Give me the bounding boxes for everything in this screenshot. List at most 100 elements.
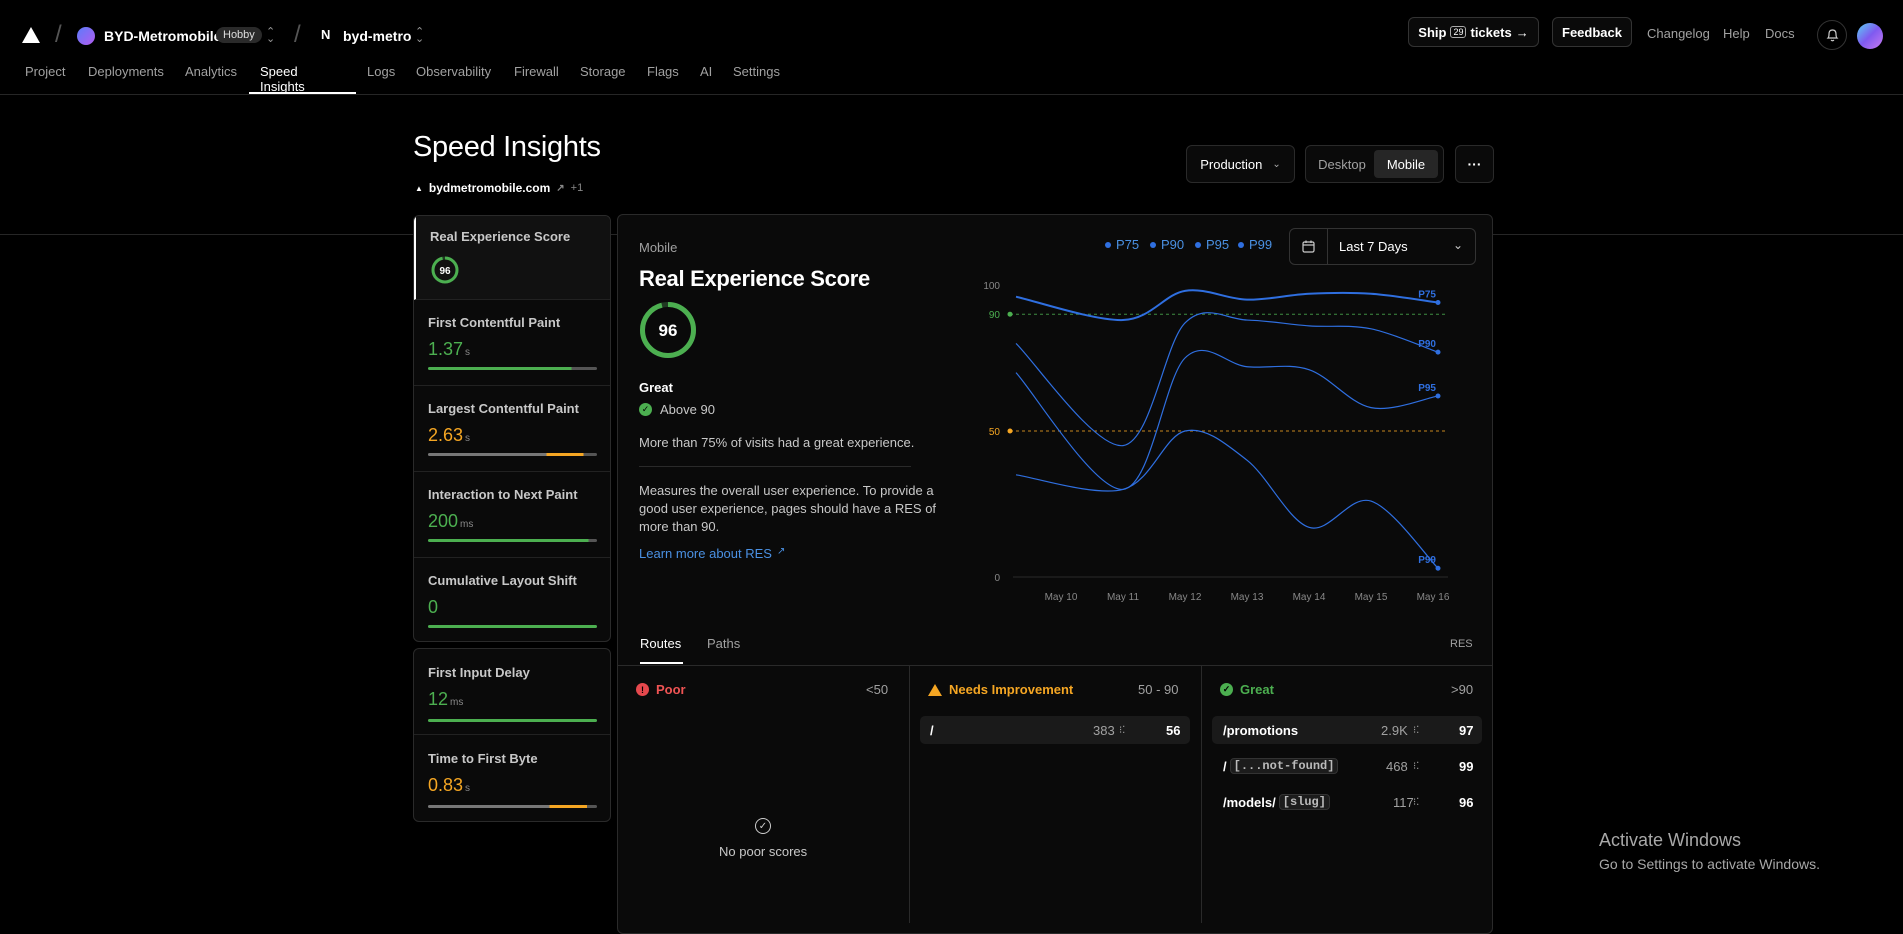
panel-title: Real Experience Score bbox=[639, 266, 870, 291]
learn-more-text: Learn more about RES bbox=[639, 546, 772, 561]
tab-paths[interactable]: Paths bbox=[707, 636, 740, 651]
active-tab-indicator bbox=[249, 92, 356, 94]
rating-detail-text: Above 90 bbox=[660, 402, 715, 417]
tab-logs[interactable]: Logs bbox=[367, 64, 395, 79]
tab-speed-insights[interactable]: Speed Insights bbox=[260, 64, 305, 94]
vercel-logo-icon[interactable] bbox=[22, 27, 40, 43]
changelog-link[interactable]: Changelog bbox=[1647, 26, 1710, 41]
ship-count: 29 bbox=[1450, 26, 1467, 38]
tab-ai[interactable]: AI bbox=[700, 64, 712, 79]
calendar-icon bbox=[1290, 229, 1328, 264]
learn-more-link[interactable]: Learn more about RES ↗ bbox=[639, 546, 785, 561]
route-row[interactable]: /promotions 2.9K ⁝⁚ 97 bbox=[1212, 716, 1482, 744]
tab-flags[interactable]: Flags bbox=[647, 64, 679, 79]
tab-routes[interactable]: Routes bbox=[640, 636, 681, 651]
chevron-down-icon: ⌄ bbox=[1272, 158, 1281, 170]
arrow-right-icon: → bbox=[1515, 24, 1529, 40]
ship-label: Ship bbox=[1418, 24, 1447, 40]
route-row[interactable]: / 383 ⁝⁚ 56 bbox=[920, 716, 1190, 744]
team-switcher-icon[interactable]: ⌃ ⌄ bbox=[266, 27, 275, 45]
res-column-label: RES bbox=[1450, 638, 1473, 650]
metric-number: 12 bbox=[428, 689, 449, 709]
series-end-point bbox=[1435, 565, 1441, 571]
series-end-point bbox=[1435, 393, 1441, 399]
device-toggle: Desktop Mobile bbox=[1305, 145, 1444, 183]
date-range-select[interactable]: Last 7 Days ⌄ bbox=[1289, 228, 1476, 265]
legend-p99[interactable]: P99 bbox=[1238, 237, 1272, 252]
pointer-icon: ⁝⁚ bbox=[1119, 724, 1126, 736]
tab-storage[interactable]: Storage bbox=[580, 64, 626, 79]
y-tick-label: 50 bbox=[989, 427, 1001, 438]
tab-analytics[interactable]: Analytics bbox=[185, 64, 237, 79]
check-circle-icon: ✓ bbox=[1220, 683, 1233, 696]
series-label: P99 bbox=[1418, 555, 1436, 566]
team-avatar[interactable] bbox=[77, 27, 95, 45]
y-tick-label: 0 bbox=[994, 573, 1000, 584]
project-name[interactable]: byd-metro bbox=[343, 28, 411, 44]
metric-fid[interactable]: First Input Delay 12 ms bbox=[414, 649, 610, 735]
metric-distribution-bar bbox=[428, 719, 597, 722]
route-visits: 117 bbox=[1393, 794, 1414, 810]
metric-distribution-bar bbox=[428, 453, 597, 456]
metric-inp[interactable]: Interaction to Next Paint 200 ms bbox=[414, 472, 610, 558]
metric-title: Largest Contentful Paint bbox=[428, 401, 579, 416]
tab-observability[interactable]: Observability bbox=[416, 64, 491, 79]
metric-value: 1.37 s bbox=[428, 339, 470, 360]
series-end-point bbox=[1435, 300, 1441, 306]
needs-improvement-range: 50 - 90 bbox=[1138, 682, 1179, 697]
metric-value: 200 ms bbox=[428, 511, 473, 532]
more-options-button[interactable]: ··· bbox=[1455, 145, 1494, 183]
docs-link[interactable]: Docs bbox=[1765, 26, 1795, 41]
mobile-option[interactable]: Mobile bbox=[1374, 150, 1438, 178]
feedback-button[interactable]: Feedback bbox=[1552, 17, 1632, 47]
metric-res[interactable]: Real Experience Score 96 bbox=[414, 216, 610, 300]
tab-project[interactable]: Project bbox=[25, 64, 65, 79]
tab-deployments[interactable]: Deployments bbox=[88, 64, 164, 79]
environment-select[interactable]: Production ⌄ bbox=[1186, 145, 1295, 183]
metric-lcp[interactable]: Largest Contentful Paint 2.63 s bbox=[414, 386, 610, 472]
legend-p90[interactable]: P90 bbox=[1150, 237, 1184, 252]
metric-title: Interaction to Next Paint bbox=[428, 487, 578, 502]
metric-cls[interactable]: Cumulative Layout Shift 0 bbox=[414, 558, 610, 641]
legend-label: P75 bbox=[1116, 237, 1140, 252]
route-path: / [...not-found] bbox=[1223, 758, 1339, 774]
poor-header: ! Poor bbox=[636, 682, 686, 697]
legend-p75[interactable]: P75 bbox=[1105, 237, 1139, 252]
route-row[interactable]: /models/[slug] 117 ⁝⁚ 96 bbox=[1212, 788, 1482, 816]
route-visits: 2.9K bbox=[1381, 722, 1408, 738]
metric-value: 0.83 s bbox=[428, 775, 470, 796]
ship-tickets-button[interactable]: Ship 29 tickets → bbox=[1408, 17, 1539, 47]
tab-settings[interactable]: Settings bbox=[733, 64, 780, 79]
help-link[interactable]: Help bbox=[1723, 26, 1750, 41]
desktop-option[interactable]: Desktop bbox=[1310, 150, 1374, 178]
notifications-button[interactable] bbox=[1817, 20, 1847, 50]
poor-label: Poor bbox=[656, 682, 686, 697]
metric-title: First Contentful Paint bbox=[428, 315, 561, 330]
chevron-down-icon: ⌄ bbox=[1453, 238, 1464, 252]
legend-dot bbox=[1105, 241, 1111, 248]
column-divider bbox=[909, 666, 910, 923]
app-header: / BYD-Metromobile Hobby ⌃ ⌄ / N byd-metro… bbox=[0, 0, 1903, 95]
domain-link[interactable]: ▲ bydmetromobile.com ↗ +1 bbox=[415, 181, 583, 195]
metric-unit: s bbox=[465, 783, 471, 794]
tab-firewall[interactable]: Firewall bbox=[514, 64, 559, 79]
route-row[interactable]: / [...not-found] 468 ⁝⁚ 99 bbox=[1212, 752, 1482, 780]
team-name[interactable]: BYD-Metromobile bbox=[104, 28, 221, 44]
series-line-p99 bbox=[1015, 429, 1439, 569]
metric-fcp[interactable]: First Contentful Paint 1.37 s bbox=[414, 300, 610, 386]
metric-title: First Input Delay bbox=[428, 665, 530, 680]
route-path: / bbox=[930, 722, 934, 738]
rating-detail: ✓ Above 90 bbox=[639, 402, 715, 417]
metric-title: Cumulative Layout Shift bbox=[428, 573, 577, 588]
external-link-icon: ↗ bbox=[556, 182, 565, 194]
needs-improvement-header: Needs Improvement bbox=[928, 682, 1073, 697]
metric-distribution-bar bbox=[428, 625, 597, 628]
y-tick-label: 100 bbox=[983, 281, 1000, 292]
metric-ttfb[interactable]: Time to First Byte 0.83 s bbox=[414, 735, 610, 821]
metric-number: 0.83 bbox=[428, 775, 464, 795]
x-tick-label: May 16 bbox=[1417, 592, 1450, 603]
project-switcher-icon[interactable]: ⌃ ⌄ bbox=[415, 27, 424, 45]
series-end-point bbox=[1435, 349, 1441, 355]
legend-p95[interactable]: P95 bbox=[1195, 237, 1229, 252]
user-avatar[interactable] bbox=[1857, 23, 1883, 49]
